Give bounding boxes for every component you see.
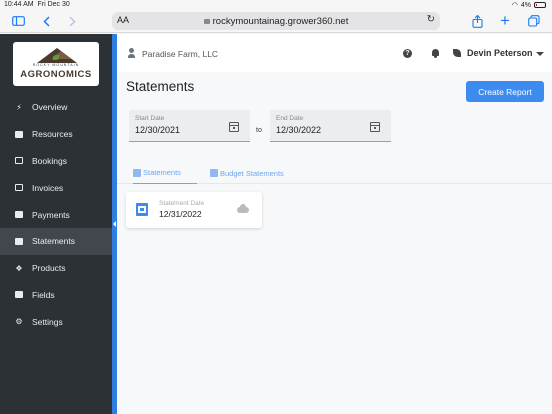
new-tab-icon[interactable]: + [498, 11, 512, 30]
sidebar-item-label: Settings [32, 316, 63, 327]
sidebar-item-fields[interactable]: Fields [0, 282, 112, 309]
user-name[interactable]: Devin Peterson [467, 48, 533, 58]
status-time: 10:44 AM [4, 1, 34, 8]
sidebar-toggle-icon[interactable] [10, 13, 26, 29]
statement-document-icon [136, 203, 148, 216]
top-header: Paradise Farm, LLC ? Devin Peterson [117, 34, 552, 72]
tab-label: Statements [143, 168, 181, 177]
end-date-label: End Date [276, 115, 304, 122]
reload-icon[interactable]: ↻ [427, 14, 435, 25]
address-bar[interactable]: AA rockymountainag.grower360.net ↻ [112, 12, 440, 30]
statement-tabs: Statements Budget Statements [117, 162, 552, 184]
bell-icon[interactable] [431, 49, 439, 58]
start-date-value[interactable]: 12/30/2021 [135, 125, 180, 135]
gear-icon: ⚙ [15, 317, 23, 327]
sidebar-item-products[interactable]: ❖ Products [0, 255, 112, 282]
sidebar-item-settings[interactable]: ⚙ Settings [0, 308, 112, 335]
wifi-icon: ◠ [511, 2, 518, 9]
folder-icon [14, 129, 24, 139]
chevron-down-icon[interactable] [536, 52, 544, 56]
logo-tagline: ROCKY MOUNTAIN [32, 63, 80, 67]
url-text: rockymountainag.grower360.net [212, 16, 349, 27]
cloud-download-icon[interactable] [237, 204, 249, 213]
sidebar-item-statements[interactable]: Statements [0, 227, 112, 255]
sidebar-nav: ⚡ Overview Resources Bookings Invoices P… [0, 94, 112, 335]
browser-toolbar: AA rockymountainag.grower360.net ↻ + [0, 10, 552, 33]
calendar-icon[interactable] [229, 122, 239, 132]
date-range-separator: to [256, 127, 262, 134]
tab-budget-statements[interactable]: Budget Statements [210, 162, 284, 184]
sidebar-item-payments[interactable]: Payments [0, 201, 112, 228]
sidebar-item-label: Invoices [32, 182, 64, 193]
end-date-value[interactable]: 12/30/2022 [276, 125, 321, 135]
user-icon [128, 48, 135, 58]
tab-label: Budget Statements [220, 168, 284, 178]
payment-icon [14, 210, 24, 220]
sidebar-item-label: Resources [32, 129, 73, 140]
sidebar-item-resources[interactable]: Resources [0, 121, 112, 148]
sidebar: ROCKY MOUNTAIN AGRONOMICS ⚡ Overview Res… [0, 34, 112, 414]
end-date-field[interactable]: End Date 12/30/2022 [270, 110, 391, 142]
tabs-overview-icon[interactable] [527, 13, 541, 29]
company-logo[interactable]: ROCKY MOUNTAIN AGRONOMICS [13, 42, 99, 86]
forward-icon[interactable] [66, 13, 78, 29]
sidebar-item-label: Fields [32, 289, 55, 300]
create-report-button[interactable]: Create Report [466, 81, 544, 102]
invoice-icon [14, 183, 24, 193]
calendar-icon[interactable] [370, 122, 380, 132]
sidebar-item-label: Payments [32, 209, 70, 220]
document-icon [133, 168, 141, 177]
back-icon[interactable] [40, 13, 52, 29]
sidebar-collapse-handle[interactable] [113, 221, 116, 227]
account-name[interactable]: Paradise Farm, LLC [142, 49, 218, 59]
start-date-field[interactable]: Start Date 12/30/2021 [129, 110, 250, 142]
tab-statements[interactable]: Statements [133, 162, 197, 184]
dropbox-icon: ❖ [15, 263, 23, 273]
sidebar-item-label: Products [32, 263, 66, 274]
statement-card[interactable]: Statement Date 12/31/2022 [126, 192, 262, 228]
help-icon[interactable]: ? [403, 49, 412, 58]
lock-icon [203, 19, 210, 24]
sidebar-item-overview[interactable]: ⚡ Overview [0, 94, 112, 121]
status-bar: 10:44 AM Fri Dec 30 ◠ 4% [0, 0, 552, 10]
map-icon [14, 290, 24, 300]
sidebar-item-label: Overview [32, 102, 68, 113]
main-content: Paradise Farm, LLC ? Devin Peterson Stat… [117, 34, 552, 414]
sidebar-item-label: Statements [32, 236, 75, 247]
logo-name: AGRONOMICS [20, 69, 92, 80]
calendar-icon [14, 156, 24, 166]
status-date: Fri Dec 30 [37, 1, 70, 8]
dollar-document-icon [210, 169, 218, 177]
sidebar-item-label: Bookings [32, 155, 67, 166]
leaf-icon [453, 49, 461, 57]
bolt-icon: ⚡ [16, 102, 22, 112]
sidebar-item-invoices[interactable]: Invoices [0, 174, 112, 201]
battery-percent: 4% [520, 1, 531, 9]
statement-date-label: Statement Date [159, 200, 205, 207]
statements-icon [14, 236, 24, 246]
share-icon[interactable] [470, 13, 484, 29]
battery-icon [534, 2, 546, 8]
start-date-label: Start Date [135, 115, 165, 122]
statement-date-value: 12/31/2022 [159, 209, 202, 219]
page-title: Statements [126, 79, 195, 94]
sidebar-item-bookings[interactable]: Bookings [0, 148, 112, 175]
